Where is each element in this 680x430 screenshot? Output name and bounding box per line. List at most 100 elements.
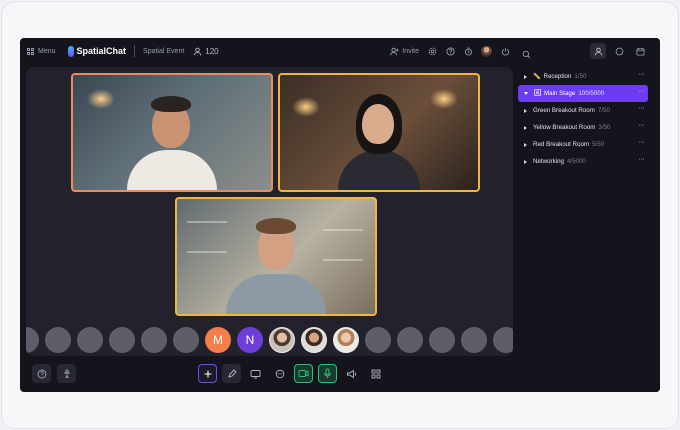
bottom-toolbar <box>20 364 518 388</box>
participant-avatar[interactable] <box>173 327 199 353</box>
calendar-icon <box>635 47 645 56</box>
room-name: Red Breakout Room <box>533 141 590 148</box>
room-count: 3/50 <box>598 124 611 131</box>
main-stage-area: M N <box>26 67 513 356</box>
microphone-button[interactable] <box>318 364 337 383</box>
participant-avatar[interactable] <box>141 327 167 353</box>
apps-button[interactable] <box>366 364 385 383</box>
menu-label: Menu <box>38 47 56 55</box>
more-options-icon[interactable]: ··· <box>639 71 645 78</box>
brand-name: SpatialChat <box>76 46 127 56</box>
panel-header <box>518 38 660 64</box>
room-count: 100/5000 <box>578 90 605 97</box>
screen-icon <box>250 369 261 378</box>
broadcast-button[interactable] <box>342 364 361 383</box>
participant-avatar-photo[interactable] <box>269 327 295 353</box>
profile-avatar[interactable] <box>481 45 492 57</box>
pencil-emoji-icon: ✏️ <box>533 74 541 80</box>
participant-avatar[interactable] <box>365 327 391 353</box>
participant-avatar-photo[interactable] <box>301 327 327 353</box>
room-name: Networking <box>533 158 564 165</box>
add-button[interactable] <box>198 364 217 383</box>
background-lamp <box>292 97 320 117</box>
participant-strip: M N <box>26 326 513 354</box>
more-options-icon[interactable]: ··· <box>639 122 645 129</box>
room-count: 4/5000 <box>566 158 586 165</box>
expand-arrow-icon[interactable] <box>524 142 527 147</box>
video-tile[interactable] <box>175 197 377 316</box>
background-lamp <box>87 89 115 109</box>
participant-avatar[interactable] <box>493 327 513 353</box>
draw-button[interactable] <box>222 364 241 383</box>
participant-avatar[interactable] <box>45 327 71 353</box>
collapse-arrow-icon[interactable] <box>524 92 528 95</box>
microphone-icon <box>324 368 331 378</box>
search-icon[interactable] <box>522 46 531 64</box>
room-item[interactable]: Networking 4/5000 ··· <box>518 153 648 170</box>
room-list: ✏️ Reception 1/50 ··· Main Stage 100/500… <box>518 68 648 170</box>
menu-button[interactable]: Menu <box>27 47 56 55</box>
apps-grid-icon <box>371 369 380 378</box>
more-options-icon[interactable]: ··· <box>639 156 645 163</box>
room-name: Main Stage <box>544 90 576 97</box>
chat-icon <box>615 47 623 55</box>
more-options-icon[interactable]: ··· <box>639 139 645 146</box>
participant-avatar[interactable] <box>109 327 135 353</box>
menu-grid-icon <box>27 47 34 55</box>
settings-icon[interactable] <box>427 46 437 56</box>
pencil-icon <box>227 368 237 378</box>
top-bar: Menu SpatialChat Spatial Event 120 Invit… <box>20 38 518 64</box>
event-name: Spatial Event <box>143 47 185 55</box>
video-tile[interactable] <box>71 73 273 192</box>
expand-arrow-icon[interactable] <box>524 125 527 130</box>
participant-avatar[interactable] <box>461 327 487 353</box>
room-item-active[interactable]: Main Stage 100/5000 ··· <box>518 85 648 102</box>
room-count: 1/50 <box>574 73 587 80</box>
camera-button[interactable] <box>294 364 313 383</box>
video-person <box>117 90 227 190</box>
video-person <box>216 214 336 314</box>
logo-mark-icon <box>67 45 74 57</box>
participant-avatar-initial[interactable]: M <box>205 327 231 353</box>
participant-avatar[interactable] <box>397 327 423 353</box>
panel-tabs <box>590 43 648 59</box>
room-item[interactable]: Red Breakout Room 5/50 ··· <box>518 136 648 153</box>
brand-logo: SpatialChat <box>67 45 127 57</box>
expand-arrow-icon[interactable] <box>524 108 527 113</box>
room-item[interactable]: ✏️ Reception 1/50 ··· <box>518 68 648 85</box>
participant-count[interactable]: 120 <box>193 46 219 56</box>
room-item[interactable]: Yellow Breakout Room 3/50 ··· <box>518 119 648 136</box>
add-user-icon <box>390 47 399 55</box>
invite-label: Invite <box>402 47 419 55</box>
help-button[interactable] <box>32 364 51 383</box>
more-options-icon[interactable]: ··· <box>639 105 645 112</box>
accessibility-button[interactable] <box>57 364 76 383</box>
power-icon[interactable] <box>500 46 510 56</box>
divider <box>134 45 136 57</box>
participant-avatar-initial[interactable]: N <box>237 327 263 353</box>
video-tile[interactable] <box>278 73 480 192</box>
bottom-left-controls <box>32 364 76 383</box>
more-options-icon[interactable]: ··· <box>639 88 645 95</box>
expand-arrow-icon[interactable] <box>524 159 527 164</box>
invite-button[interactable]: Invite <box>390 47 419 56</box>
participant-avatar[interactable] <box>77 327 103 353</box>
participant-avatar[interactable] <box>26 327 39 353</box>
background-lamp <box>430 89 458 109</box>
participant-count-value: 120 <box>205 46 219 56</box>
room-name: Green Breakout Room <box>533 107 595 114</box>
tab-schedule[interactable] <box>632 43 648 59</box>
tab-people[interactable] <box>590 43 606 59</box>
help-icon[interactable] <box>445 46 455 56</box>
participant-avatar[interactable] <box>429 327 455 353</box>
rooms-panel: ✏️ Reception 1/50 ··· Main Stage 100/500… <box>518 38 660 392</box>
screen-share-button[interactable] <box>246 364 265 383</box>
participant-avatar-photo[interactable] <box>333 327 359 353</box>
expand-arrow-icon[interactable] <box>524 74 527 79</box>
room-name: Reception <box>543 73 572 80</box>
megaphone-icon <box>347 369 357 378</box>
tab-chat[interactable] <box>611 43 627 59</box>
chat-button[interactable] <box>270 364 289 383</box>
room-item[interactable]: Green Breakout Room 7/50 ··· <box>518 102 648 119</box>
timer-icon[interactable] <box>463 46 473 56</box>
